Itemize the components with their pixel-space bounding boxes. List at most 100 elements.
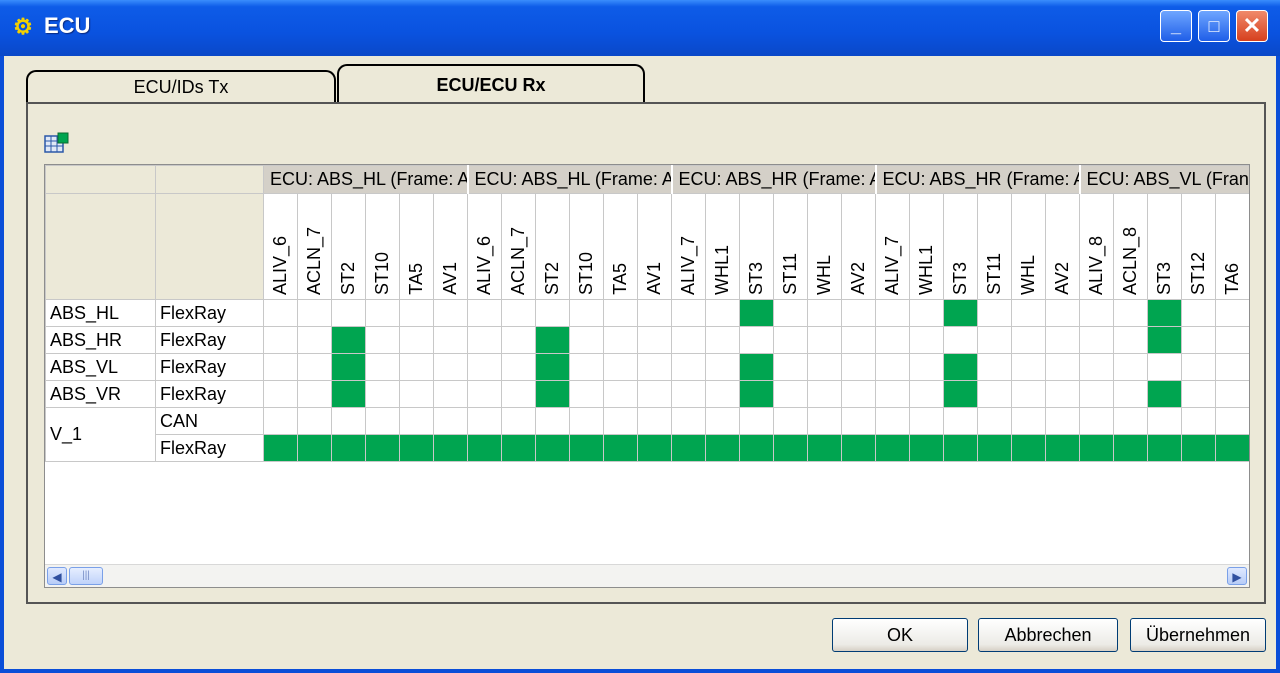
signal-header[interactable]: ST3 bbox=[739, 193, 774, 300]
matrix-grid[interactable]: ECU: ABS_HL (Frame: A ECU: ABS_HL (Frame:… bbox=[44, 164, 1250, 588]
matrix-cell[interactable] bbox=[807, 353, 842, 381]
matrix-cell-active[interactable] bbox=[1181, 434, 1216, 462]
matrix-cell[interactable] bbox=[433, 299, 468, 327]
matrix-cell[interactable] bbox=[1215, 380, 1249, 408]
matrix-cell[interactable] bbox=[399, 380, 434, 408]
matrix-cell[interactable] bbox=[909, 326, 944, 354]
matrix-cell[interactable] bbox=[365, 380, 400, 408]
matrix-cell[interactable] bbox=[1079, 380, 1114, 408]
signal-header[interactable]: ALIV_6 bbox=[467, 193, 502, 300]
matrix-cell[interactable] bbox=[1113, 326, 1148, 354]
matrix-cell[interactable] bbox=[1011, 380, 1046, 408]
matrix-cell-active[interactable] bbox=[331, 353, 366, 381]
signal-header[interactable]: ACLN_7 bbox=[297, 193, 332, 300]
matrix-cell[interactable] bbox=[1181, 353, 1216, 381]
matrix-cell[interactable] bbox=[807, 299, 842, 327]
matrix-cell[interactable] bbox=[671, 299, 706, 327]
matrix-cell[interactable] bbox=[1011, 353, 1046, 381]
signal-header[interactable]: WHL bbox=[807, 193, 842, 300]
matrix-cell[interactable] bbox=[1215, 353, 1249, 381]
matrix-cell[interactable] bbox=[331, 299, 366, 327]
matrix-cell[interactable] bbox=[637, 299, 672, 327]
signal-header[interactable]: ST2 bbox=[535, 193, 570, 300]
matrix-cell[interactable] bbox=[603, 299, 638, 327]
signal-header[interactable]: ST2 bbox=[331, 193, 366, 300]
signal-header[interactable]: WHL1 bbox=[705, 193, 740, 300]
matrix-cell-active[interactable] bbox=[535, 326, 570, 354]
title-bar[interactable]: ⚙ ECU _ □ ✕ bbox=[0, 0, 1280, 56]
signal-header[interactable]: AV2 bbox=[841, 193, 876, 300]
matrix-cell-active[interactable] bbox=[1147, 380, 1182, 408]
matrix-cell[interactable] bbox=[671, 353, 706, 381]
matrix-cell[interactable] bbox=[433, 407, 468, 435]
close-button[interactable]: ✕ bbox=[1236, 10, 1268, 42]
matrix-cell[interactable] bbox=[773, 299, 808, 327]
matrix-cell[interactable] bbox=[1147, 353, 1182, 381]
matrix-cell[interactable] bbox=[365, 407, 400, 435]
matrix-cell[interactable] bbox=[909, 380, 944, 408]
matrix-cell[interactable] bbox=[297, 407, 332, 435]
signal-header[interactable]: ST11 bbox=[977, 193, 1012, 300]
matrix-cell[interactable] bbox=[1113, 353, 1148, 381]
signal-header[interactable]: TA6 bbox=[1215, 193, 1249, 300]
matrix-cell[interactable] bbox=[365, 299, 400, 327]
matrix-cell[interactable] bbox=[671, 380, 706, 408]
matrix-cell[interactable] bbox=[637, 380, 672, 408]
signal-header[interactable]: ALIV_7 bbox=[875, 193, 910, 300]
matrix-cell-active[interactable] bbox=[535, 434, 570, 462]
signal-header[interactable]: ST11 bbox=[773, 193, 808, 300]
matrix-cell[interactable] bbox=[263, 353, 298, 381]
matrix-cell[interactable] bbox=[807, 380, 842, 408]
apply-button[interactable]: Übernehmen bbox=[1130, 618, 1266, 652]
matrix-cell[interactable] bbox=[909, 299, 944, 327]
matrix-cell[interactable] bbox=[1045, 326, 1080, 354]
matrix-cell[interactable] bbox=[841, 407, 876, 435]
matrix-cell[interactable] bbox=[467, 407, 502, 435]
signal-header[interactable]: AV1 bbox=[433, 193, 468, 300]
signal-header[interactable]: AV2 bbox=[1045, 193, 1080, 300]
matrix-cell-active[interactable] bbox=[331, 326, 366, 354]
matrix-cell-active[interactable] bbox=[535, 353, 570, 381]
matrix-cell[interactable] bbox=[841, 380, 876, 408]
matrix-cell[interactable] bbox=[705, 299, 740, 327]
matrix-cell-active[interactable] bbox=[1113, 434, 1148, 462]
matrix-cell[interactable] bbox=[705, 326, 740, 354]
matrix-cell[interactable] bbox=[637, 407, 672, 435]
signal-header[interactable]: AV1 bbox=[637, 193, 672, 300]
matrix-cell-active[interactable] bbox=[807, 434, 842, 462]
matrix-cell[interactable] bbox=[875, 380, 910, 408]
matrix-cell[interactable] bbox=[841, 326, 876, 354]
matrix-cell[interactable] bbox=[1181, 380, 1216, 408]
matrix-cell[interactable] bbox=[1147, 407, 1182, 435]
signal-header[interactable]: ST10 bbox=[569, 193, 604, 300]
matrix-cell[interactable] bbox=[569, 299, 604, 327]
matrix-cell[interactable] bbox=[331, 407, 366, 435]
matrix-cell[interactable] bbox=[569, 380, 604, 408]
signal-header[interactable]: WHL bbox=[1011, 193, 1046, 300]
matrix-cell[interactable] bbox=[467, 380, 502, 408]
matrix-cell[interactable] bbox=[297, 299, 332, 327]
matrix-cell-active[interactable] bbox=[773, 434, 808, 462]
matrix-cell-active[interactable] bbox=[297, 434, 332, 462]
signal-header[interactable]: ST3 bbox=[1147, 193, 1182, 300]
matrix-cell[interactable] bbox=[1045, 380, 1080, 408]
matrix-cell-active[interactable] bbox=[943, 299, 978, 327]
matrix-cell[interactable] bbox=[399, 353, 434, 381]
matrix-cell[interactable] bbox=[841, 299, 876, 327]
ecu-group-header[interactable]: ECU: ABS_HL (Frame: A bbox=[263, 165, 469, 194]
matrix-cell-active[interactable] bbox=[977, 434, 1012, 462]
matrix-cell[interactable] bbox=[263, 380, 298, 408]
matrix-cell[interactable] bbox=[909, 407, 944, 435]
matrix-cell-active[interactable] bbox=[1011, 434, 1046, 462]
matrix-cell[interactable] bbox=[263, 299, 298, 327]
matrix-cell[interactable] bbox=[977, 326, 1012, 354]
matrix-cell-active[interactable] bbox=[943, 380, 978, 408]
matrix-cell[interactable] bbox=[1215, 299, 1249, 327]
matrix-cell[interactable] bbox=[535, 407, 570, 435]
matrix-cell-active[interactable] bbox=[875, 434, 910, 462]
matrix-cell-active[interactable] bbox=[331, 434, 366, 462]
matrix-cell[interactable] bbox=[637, 326, 672, 354]
matrix-cell[interactable] bbox=[875, 299, 910, 327]
matrix-cell-active[interactable] bbox=[943, 353, 978, 381]
matrix-cell[interactable] bbox=[1215, 407, 1249, 435]
